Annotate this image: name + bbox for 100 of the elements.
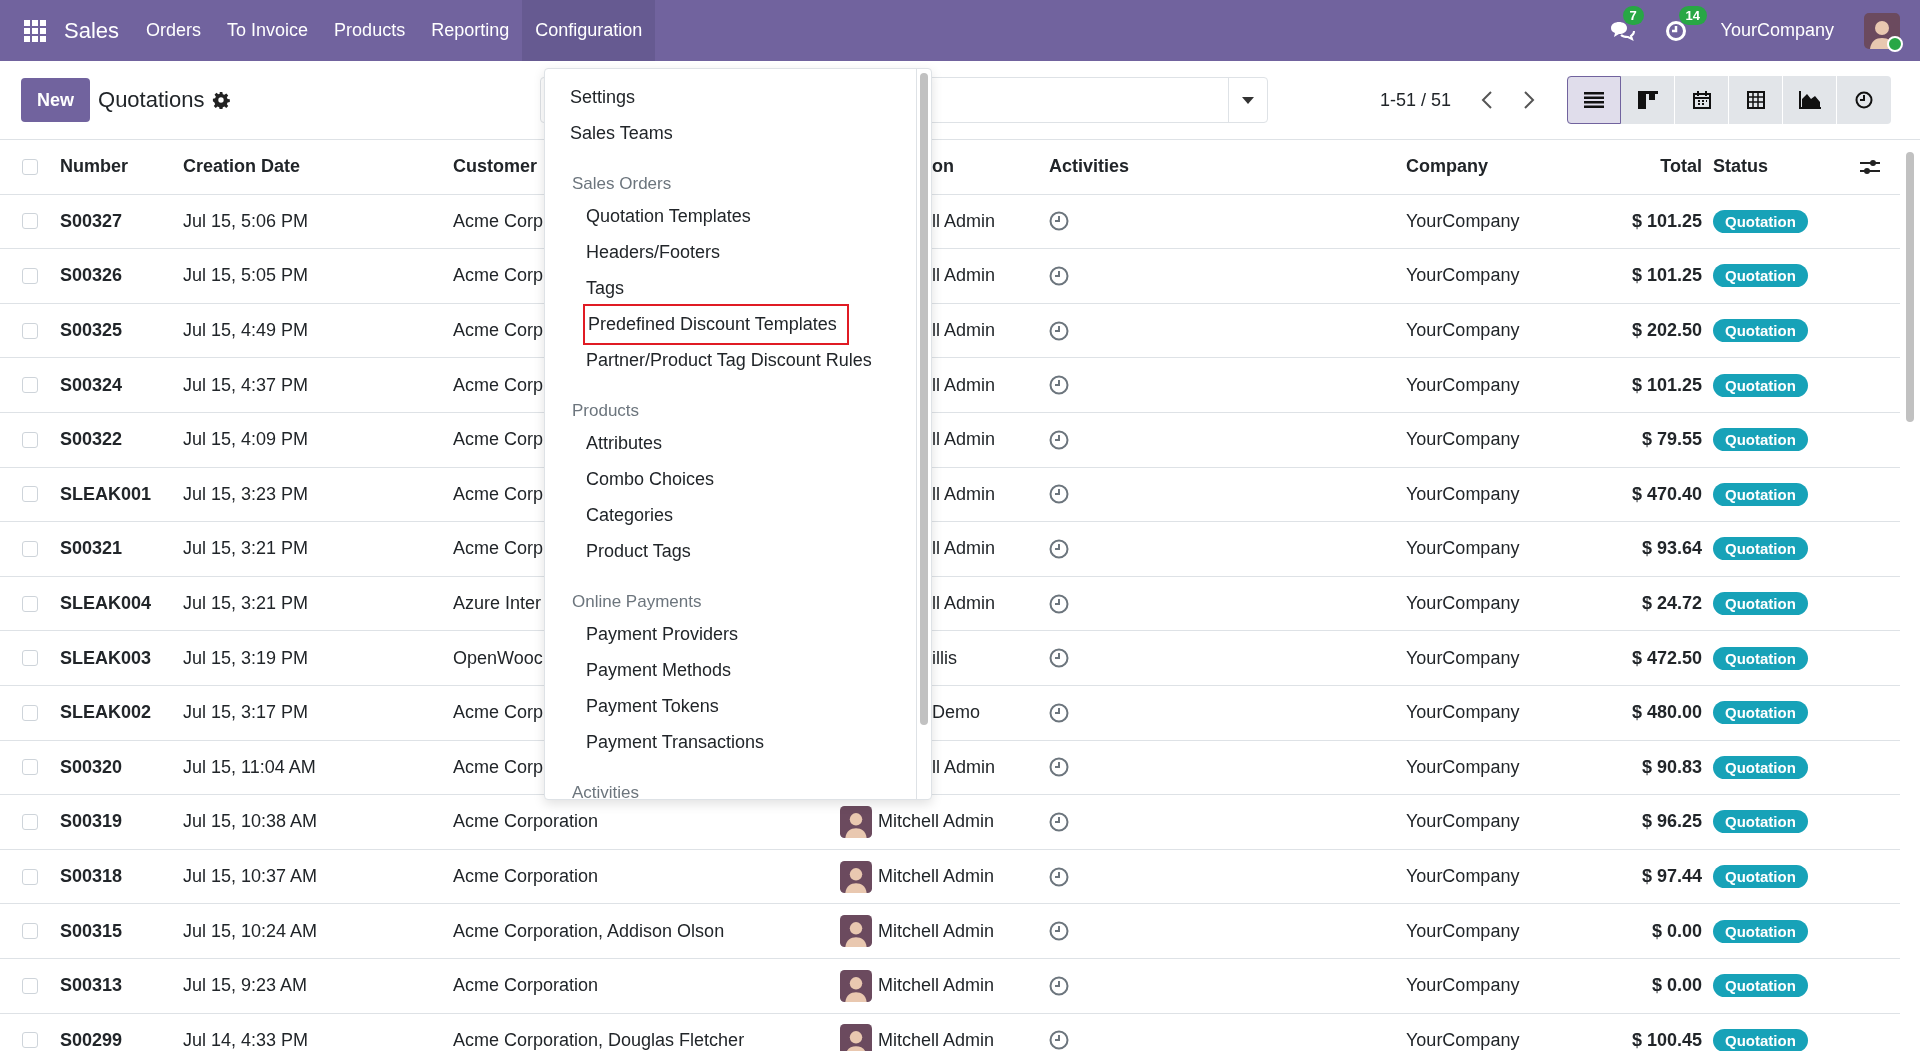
scrollbar-thumb[interactable] — [1906, 152, 1914, 422]
dropdown-item[interactable]: Payment Tokens — [545, 691, 729, 721]
dropdown-item[interactable]: Quotation Templates — [545, 201, 761, 231]
dropdown-item[interactable]: Settings — [545, 82, 646, 112]
new-button[interactable]: New — [21, 78, 90, 122]
clock-icon[interactable] — [1049, 975, 1069, 996]
user-avatar-icon[interactable] — [1864, 12, 1900, 49]
column-header[interactable]: Company — [1406, 156, 1488, 178]
clock-icon[interactable] — [1049, 538, 1069, 559]
pager-value: 1-51 / 51 — [1380, 89, 1452, 111]
notification-count: 7 — [1622, 5, 1644, 25]
table-cell: YourCompany — [1406, 702, 1520, 724]
clock-icon[interactable] — [1049, 429, 1069, 450]
settings-icon[interactable] — [212, 91, 231, 109]
column-header[interactable]: Status — [1713, 156, 1768, 178]
row-checkbox[interactable] — [22, 977, 38, 994]
view-button[interactable] — [1567, 76, 1622, 124]
clock-icon[interactable] — [1049, 811, 1069, 832]
row-checkbox[interactable] — [22, 431, 38, 448]
table-cell: Acme Corp — [453, 702, 544, 724]
row-checkbox[interactable] — [22, 1032, 38, 1049]
row-checkbox[interactable] — [22, 704, 38, 721]
previous-page-icon[interactable] — [1481, 90, 1494, 110]
row-checkbox[interactable] — [22, 595, 38, 612]
status-tag: Quotation — [1713, 974, 1808, 998]
app-title[interactable]: Sales — [64, 17, 120, 44]
scrollbar-thumb[interactable] — [920, 73, 928, 725]
row-checkbox[interactable] — [22, 213, 38, 230]
table-cell: Jul 14, 4:33 PM — [183, 1029, 309, 1051]
menu-section-header: Online Payments — [571, 592, 702, 612]
row-checkbox[interactable] — [22, 268, 38, 284]
clock-icon[interactable] — [1049, 320, 1069, 341]
clock-icon[interactable] — [1049, 484, 1069, 505]
dropdown-item[interactable]: Attributes — [545, 428, 673, 458]
table-cell: S00322 — [60, 429, 123, 451]
menu-item[interactable]: Products — [321, 0, 419, 61]
menu-item[interactable]: Orders — [133, 0, 215, 61]
row-checkbox[interactable] — [22, 813, 38, 830]
row-checkbox[interactable] — [22, 322, 38, 339]
dropdown-item[interactable]: Partner/Product Tag Discount Rules — [545, 345, 882, 375]
clock-icon[interactable] — [1049, 648, 1069, 669]
menu-item[interactable]: To Invoice — [214, 0, 322, 61]
row-checkbox[interactable] — [22, 868, 38, 885]
dropdown-item[interactable]: Payment Methods — [545, 655, 742, 685]
company-switcher[interactable]: YourCompany — [1720, 20, 1834, 41]
row-checkbox[interactable] — [22, 759, 38, 776]
table-cell: Acme Corporation — [453, 811, 599, 833]
table-cell: $ 472.50 — [1631, 647, 1702, 669]
clock-icon[interactable] — [1049, 921, 1069, 942]
table-cell: Jul 15, 10:24 AM — [183, 920, 318, 942]
clock-icon[interactable] — [1049, 702, 1069, 723]
column-header[interactable]: Customer — [453, 156, 537, 178]
clock-icon[interactable] — [1049, 211, 1069, 232]
table-cell: SLEAK002 — [60, 702, 152, 724]
row-checkbox[interactable] — [22, 540, 38, 557]
apps-grid-icon[interactable] — [24, 19, 46, 42]
status-tag: Quotation — [1713, 701, 1808, 725]
table-cell: S00318 — [60, 866, 123, 887]
clock-icon[interactable] — [1049, 375, 1069, 396]
row-checkbox[interactable] — [22, 377, 38, 394]
dropdown-item[interactable]: Combo Choices — [545, 464, 725, 494]
dropdown-item[interactable]: Predefined Discount Templates — [583, 303, 849, 345]
column-header[interactable]: Creation Date — [183, 156, 301, 178]
column-header[interactable]: Total — [1660, 156, 1702, 178]
next-page-icon[interactable] — [1523, 90, 1536, 110]
dropdown-item[interactable]: Payment Providers — [545, 619, 749, 649]
row-checkbox[interactable] — [22, 650, 38, 667]
dropdown-item[interactable]: Sales Teams — [545, 118, 683, 148]
table-cell: Mitchell Admin — [878, 920, 995, 942]
clock-icon[interactable] — [1049, 593, 1069, 614]
column-header[interactable]: on — [932, 156, 954, 178]
column-header[interactable]: Number — [60, 156, 128, 178]
menu-section-header: Products — [571, 401, 640, 421]
select-all-checkbox[interactable] — [22, 158, 38, 175]
table-cell: $ 90.83 — [1641, 756, 1702, 778]
table-cell: $ 101.25 — [1631, 265, 1702, 287]
calendar-icon — [1692, 91, 1711, 109]
table-cell: S00327 — [60, 210, 123, 232]
row-checkbox[interactable] — [22, 923, 38, 940]
dropdown-item[interactable]: Headers/Footers — [545, 237, 731, 267]
dropdown-item[interactable]: Categories — [545, 500, 684, 530]
status-tag: Quotation — [1713, 592, 1808, 616]
dropdown-item[interactable]: Product Tags — [545, 536, 701, 566]
column-settings-icon[interactable] — [1860, 158, 1880, 175]
menu-item[interactable]: Configuration — [522, 0, 656, 61]
dropdown-item[interactable]: Payment Transactions — [545, 727, 775, 757]
column-header[interactable]: Activities — [1049, 156, 1130, 178]
clock-icon[interactable] — [1049, 866, 1069, 887]
row-checkbox[interactable] — [22, 486, 38, 503]
chat-icon[interactable] — [1608, 19, 1635, 42]
table-cell: Acme Corporation, Douglas Fletcher — [453, 1029, 745, 1051]
clock-icon[interactable] — [1049, 757, 1069, 778]
dropdown-item[interactable]: Tags — [545, 273, 635, 303]
menu-item[interactable]: Reporting — [418, 0, 523, 61]
table-cell: Jul 15, 3:19 PM — [183, 647, 309, 669]
status-tag: Quotation — [1713, 646, 1808, 670]
caret-icon — [1242, 96, 1254, 104]
clock-icon[interactable] — [1049, 266, 1069, 286]
clock-icon[interactable] — [1049, 1030, 1069, 1051]
table-cell: YourCompany — [1406, 866, 1520, 887]
